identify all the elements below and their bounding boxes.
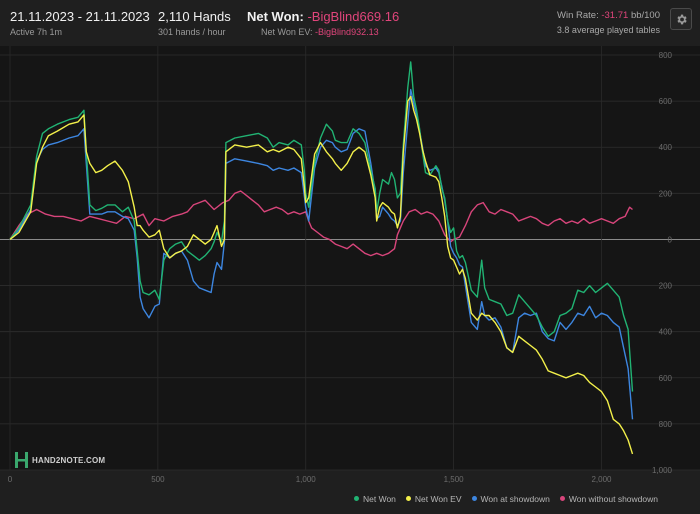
series-lines [9,61,634,455]
legend-label: Net Won [362,494,396,504]
x-tick-label: 0 [8,475,13,484]
legend-item[interactable]: Won at showdown [471,494,550,504]
legend-item[interactable]: Net Won [353,494,396,504]
hand2note-logo: HAND2NOTE.COM [15,452,105,468]
x-tick-label: 2,000 [591,475,612,484]
y-tick-label: 400 [659,143,673,152]
hand2note-logo-icon [15,452,28,468]
series-line-net-won [9,61,634,392]
y-tick-label: 1,000 [652,466,673,475]
legend-label: Won at showdown [480,494,550,504]
y-tick-label: 600 [659,374,673,383]
legend-label: Won without showdown [568,494,658,504]
series-line-won-without-showdown [9,190,633,257]
x-tick-label: 1,000 [296,475,317,484]
y-tick-label: 200 [659,189,673,198]
x-tick-labels: 0 500 1,000 1,500 2,000 [8,475,612,484]
y-tick-label: 600 [659,97,673,106]
legend-label: Net Won EV [414,494,462,504]
y-tick-label: 0 [668,235,673,244]
y-tick-label: 800 [659,420,673,429]
series-line-net-won-ev [9,95,634,455]
series-line-won-at-showdown [9,88,634,420]
winnings-chart: 800 600 400 200 0 200 400 600 800 1,000 0 500 1,000… [0,46,700,484]
legend-dot-icon [559,496,565,501]
y-tick-label: 400 [659,328,673,337]
legend-item[interactable]: Net Won EV [405,494,462,504]
legend-dot-icon [471,496,477,501]
legend-item[interactable]: Won without showdown [559,494,658,504]
y-tick-label: 800 [659,51,673,60]
x-tick-label: 500 [151,475,165,484]
y-tick-label: 200 [659,282,673,291]
logo-text: HAND2NOTE.COM [32,455,106,465]
chart-legend: Net Won Net Won EV Won at showdown Won with… [344,494,658,504]
x-tick-label: 1,500 [444,475,465,484]
y-tick-labels: 800 600 400 200 0 200 400 600 800 1,000 [652,51,673,475]
legend-dot-icon [405,496,411,501]
legend-dot-icon [353,496,359,501]
grid-lines [0,46,700,471]
